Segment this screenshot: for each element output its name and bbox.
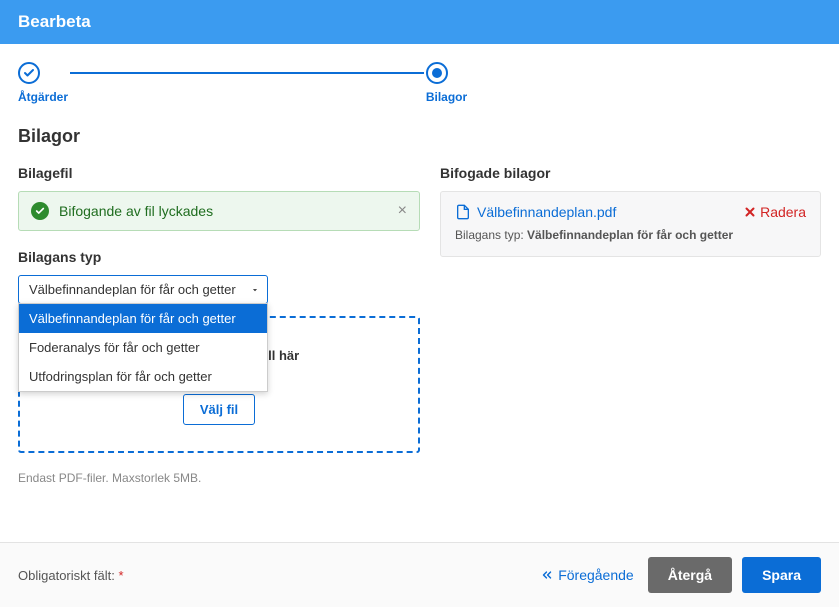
previous-link[interactable]: Föregående: [540, 567, 634, 583]
type-dropdown: Välbefinnandeplan för får och getter Fod…: [18, 303, 268, 392]
save-button[interactable]: Spara: [742, 557, 821, 593]
dropdown-option[interactable]: Foderanalys för får och getter: [19, 333, 267, 362]
step-label: Åtgärder: [18, 90, 68, 104]
attachment-meta: Bilagans typ: Välbefinnandeplan för får …: [455, 228, 806, 242]
alert-message: Bifogande av fil lyckades: [59, 203, 388, 219]
chevron-double-left-icon: [540, 568, 554, 582]
stepper: Åtgärder Bilagor: [18, 62, 821, 104]
meta-value: Välbefinnandeplan för får och getter: [527, 228, 733, 242]
active-step-icon: [426, 62, 448, 84]
select-value: Välbefinnandeplan för får och getter: [29, 282, 236, 297]
step-label: Bilagor: [426, 90, 467, 104]
success-check-icon: [31, 202, 49, 220]
caret-down-icon: [250, 285, 260, 295]
previous-label: Föregående: [558, 567, 634, 583]
attachments-label: Bifogade bilagor: [440, 165, 821, 181]
meta-label: Bilagans typ:: [455, 228, 527, 242]
check-circle-icon: [18, 62, 40, 84]
type-field-label: Bilagans typ: [18, 249, 420, 265]
delete-label: Radera: [760, 204, 806, 220]
type-select[interactable]: Välbefinnandeplan för får och getter Väl…: [18, 275, 268, 304]
cancel-button[interactable]: Återgå: [648, 557, 732, 593]
file-field-label: Bilagefil: [18, 165, 420, 181]
step-connector: [70, 72, 424, 75]
alert-close-button[interactable]: ×: [398, 203, 407, 219]
required-hint: Obligatoriskt fält: *: [18, 568, 124, 583]
attachment-card: Välbefinnandeplan.pdf Radera Bilagans ty…: [440, 191, 821, 257]
file-hint: Endast PDF-filer. Maxstorlek 5MB.: [18, 471, 420, 485]
step-bilagor[interactable]: Bilagor: [426, 62, 467, 104]
delete-x-icon: [744, 206, 756, 218]
step-atgarder[interactable]: Åtgärder: [18, 62, 68, 104]
required-label: Obligatoriskt fält:: [18, 568, 118, 583]
success-alert: Bifogande av fil lyckades ×: [18, 191, 420, 231]
page-header: Bearbeta: [0, 0, 839, 44]
dropdown-option[interactable]: Välbefinnandeplan för får och getter: [19, 304, 267, 333]
dropdown-option[interactable]: Utfodringsplan för får och getter: [19, 362, 267, 391]
section-title: Bilagor: [18, 126, 821, 147]
attachment-link[interactable]: Välbefinnandeplan.pdf: [477, 204, 744, 220]
select-box[interactable]: Välbefinnandeplan för får och getter: [18, 275, 268, 304]
content: Åtgärder Bilagor Bilagor Bilagefil Bifog…: [0, 44, 839, 503]
choose-file-button[interactable]: Välj fil: [183, 394, 255, 425]
required-star-icon: *: [118, 568, 123, 583]
file-icon: [455, 204, 471, 220]
footer: Obligatoriskt fält: * Föregående Återgå …: [0, 542, 839, 607]
delete-attachment-button[interactable]: Radera: [744, 204, 806, 220]
page-title: Bearbeta: [18, 12, 91, 31]
